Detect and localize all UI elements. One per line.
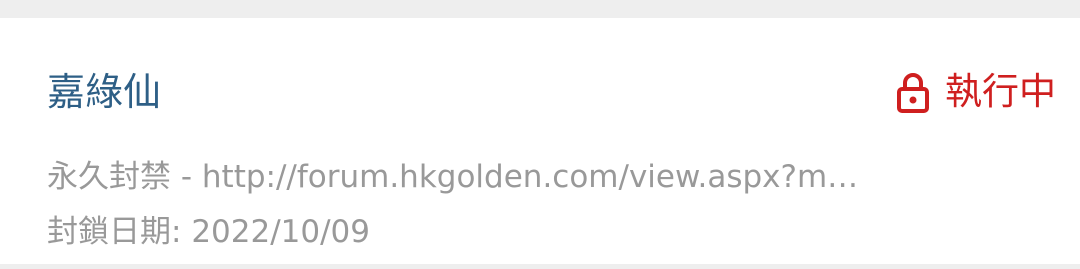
ban-reason: 永久封禁 - http://forum.hkgolden.com/view.as… (47, 159, 859, 195)
lock-icon (897, 73, 929, 113)
ban-date: 封鎖日期: 2022/10/09 (47, 210, 370, 254)
status-badge: 執行中 (895, 62, 1056, 122)
ban-date-value: 2022/10/09 (191, 214, 370, 250)
username: 嘉綠仙 (47, 70, 162, 114)
ban-date-label: 封鎖日期: (47, 214, 182, 250)
ban-card[interactable]: 嘉綠仙 執行中 永久封禁 - http://forum.hkgolden.com… (0, 18, 1080, 264)
status-text: 執行中 (945, 70, 1056, 113)
